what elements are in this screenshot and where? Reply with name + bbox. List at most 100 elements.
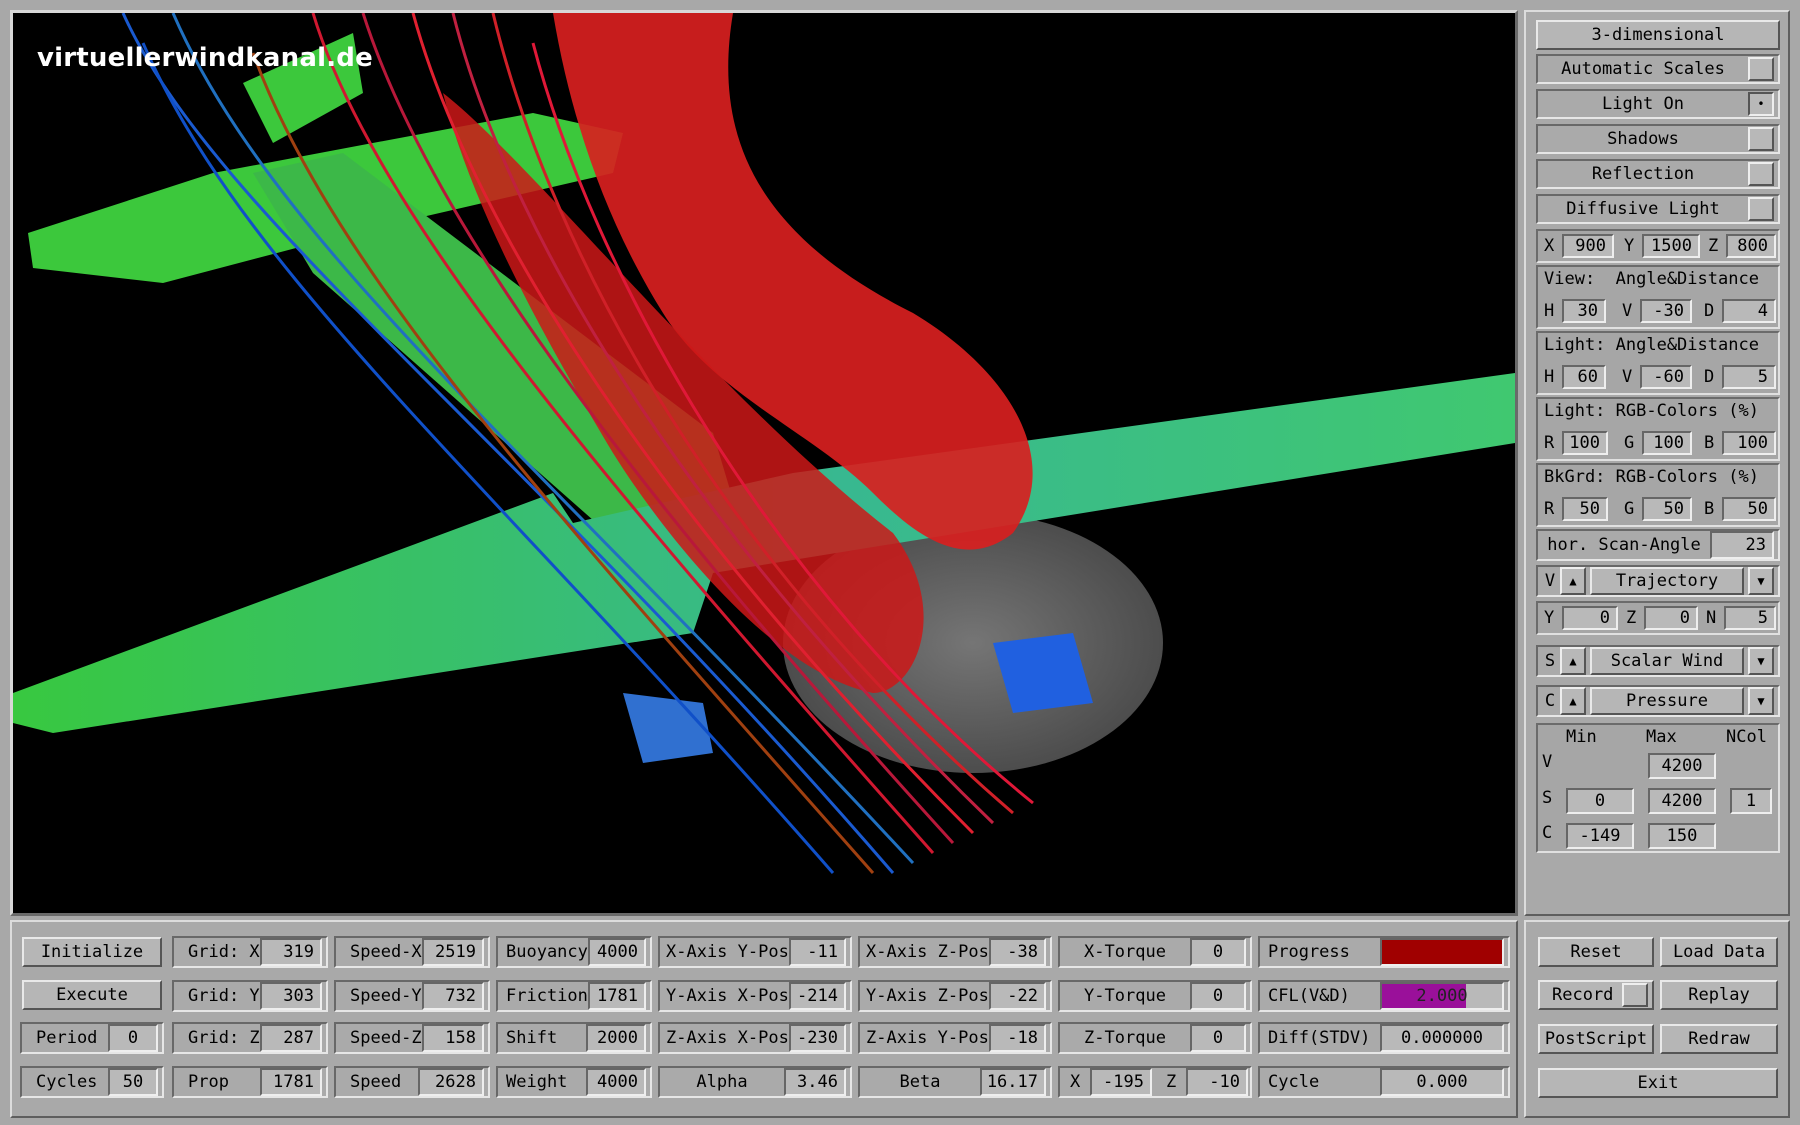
friction-field[interactable]: 1781: [587, 982, 646, 1010]
speed-field[interactable]: 2628: [418, 1068, 484, 1096]
y-axis-x-pos-field[interactable]: -214: [788, 982, 846, 1010]
toggle-shadows[interactable]: Shadows: [1536, 124, 1780, 154]
z-axis-y-pos-field[interactable]: -18: [988, 1024, 1046, 1052]
light-r-field[interactable]: 100: [1562, 431, 1608, 455]
automatic-scales-checkbox[interactable]: [1748, 57, 1774, 81]
x-axis-y-pos-field[interactable]: -11: [788, 938, 846, 966]
c-min-field[interactable]: -149: [1566, 823, 1634, 849]
buoyancy-field[interactable]: 4000: [587, 938, 646, 966]
speed-x-field[interactable]: 2519: [421, 938, 484, 966]
x-torque-field[interactable]: 0: [1190, 938, 1246, 966]
light-v-field[interactable]: -60: [1640, 365, 1692, 389]
s-min-field[interactable]: 0: [1566, 788, 1634, 814]
arrow-up-icon[interactable]: ▲: [1560, 687, 1586, 715]
vector-select[interactable]: Trajectory: [1590, 567, 1744, 595]
progress-bar: [1380, 938, 1504, 966]
cycles-field[interactable]: 50: [108, 1068, 158, 1096]
record-label: Record: [1552, 985, 1614, 1005]
redraw-button[interactable]: Redraw: [1660, 1024, 1778, 1054]
grid-y-field[interactable]: 303: [260, 982, 322, 1010]
reflection-checkbox[interactable]: [1748, 162, 1774, 186]
bkgrd-g-field[interactable]: 50: [1642, 497, 1692, 521]
mode-3d-button[interactable]: 3-dimensional: [1536, 20, 1780, 50]
diffusive-light-checkbox[interactable]: [1748, 197, 1774, 221]
speed-y-label: Speed-Y: [350, 986, 422, 1006]
z-field[interactable]: -10: [1186, 1068, 1248, 1096]
period-field[interactable]: 0: [108, 1024, 158, 1052]
scalar-select[interactable]: Scalar Wind: [1590, 647, 1744, 675]
cycles-row: Cycles 50: [20, 1066, 164, 1098]
speed-y-field[interactable]: 732: [421, 982, 484, 1010]
record-button[interactable]: Record: [1538, 980, 1654, 1010]
view-d-field[interactable]: 4: [1722, 299, 1776, 323]
alpha-field[interactable]: 3.46: [784, 1068, 846, 1096]
c-letter: C: [1544, 691, 1556, 711]
s-ncol-field[interactable]: 1: [1730, 788, 1772, 814]
x-field[interactable]: -195: [1090, 1068, 1152, 1096]
z-axis-x-pos-field[interactable]: -230: [788, 1024, 846, 1052]
beta-field[interactable]: 16.17: [980, 1068, 1046, 1096]
progress-fill: [1382, 940, 1502, 964]
yzn-z-field[interactable]: 0: [1644, 606, 1698, 630]
arrow-down-icon[interactable]: ▼: [1748, 567, 1774, 595]
yzn-n-field[interactable]: 5: [1724, 606, 1776, 630]
reset-button[interactable]: Reset: [1538, 937, 1654, 967]
replay-button[interactable]: Replay: [1660, 980, 1778, 1010]
toggle-automatic-scales[interactable]: Automatic Scales: [1536, 54, 1780, 84]
y-axis-z-pos-field[interactable]: -22: [988, 982, 1046, 1010]
color-select[interactable]: Pressure: [1590, 687, 1744, 715]
y-torque-label: Y-Torque: [1084, 986, 1166, 1006]
arrow-up-icon[interactable]: ▲: [1560, 647, 1586, 675]
weight-label: Weight: [506, 1072, 568, 1092]
execute-button[interactable]: Execute: [22, 980, 162, 1010]
initialize-button[interactable]: Initialize: [22, 937, 162, 967]
toggle-diffusive-light[interactable]: Diffusive Light: [1536, 194, 1780, 224]
beta-row: Beta 16.17: [858, 1066, 1052, 1098]
prop-label: Prop: [188, 1072, 229, 1092]
toggle-light-on[interactable]: Light On •: [1536, 89, 1780, 119]
x-axis-z-pos-label: X-Axis Z-Pos: [866, 942, 989, 962]
v-max-field[interactable]: 4200: [1648, 753, 1716, 779]
toggle-reflection[interactable]: Reflection: [1536, 159, 1780, 189]
buoyancy-row: Buoyancy 4000: [496, 936, 652, 968]
view-h-field[interactable]: 30: [1562, 299, 1606, 323]
grid-x-field[interactable]: 319: [260, 938, 322, 966]
arrow-up-icon[interactable]: ▲: [1560, 567, 1586, 595]
bkgrd-r-field[interactable]: 50: [1562, 497, 1608, 521]
light-g-field[interactable]: 100: [1642, 431, 1692, 455]
weight-field[interactable]: 4000: [586, 1068, 646, 1096]
x-axis-y-pos-row: X-Axis Y-Pos -11: [658, 936, 852, 968]
y-torque-field[interactable]: 0: [1190, 982, 1246, 1010]
light-title: Light: Angle&Distance: [1544, 335, 1759, 355]
arrow-down-icon[interactable]: ▼: [1748, 687, 1774, 715]
x-torque-label: X-Torque: [1084, 942, 1166, 962]
bkgrd-b-field[interactable]: 50: [1722, 497, 1776, 521]
light-h-field[interactable]: 60: [1562, 365, 1606, 389]
light-d-field[interactable]: 5: [1722, 365, 1776, 389]
load-data-button[interactable]: Load Data: [1660, 937, 1778, 967]
grid-z-field[interactable]: 287: [260, 1024, 322, 1052]
exit-button[interactable]: Exit: [1538, 1068, 1778, 1098]
pos-z-field[interactable]: 800: [1726, 234, 1776, 258]
speed-z-field[interactable]: 158: [421, 1024, 484, 1052]
pos-y-field[interactable]: 1500: [1642, 234, 1700, 258]
shift-field[interactable]: 2000: [586, 1024, 646, 1052]
light-b-field[interactable]: 100: [1722, 431, 1776, 455]
yzn-y-field[interactable]: 0: [1562, 606, 1618, 630]
scan-angle-field[interactable]: 23: [1710, 531, 1774, 559]
prop-field[interactable]: 1781: [260, 1068, 322, 1096]
shadows-checkbox[interactable]: [1748, 127, 1774, 151]
view-v-field[interactable]: -30: [1640, 299, 1692, 323]
render-viewport[interactable]: virtuellerwindkanal.de: [10, 10, 1518, 916]
cycle-field: 0.000: [1380, 1068, 1504, 1096]
light-on-checkbox[interactable]: •: [1748, 92, 1774, 116]
cfl-field: 2.000: [1380, 982, 1504, 1010]
z-torque-field[interactable]: 0: [1190, 1024, 1246, 1052]
postscript-button[interactable]: PostScript: [1538, 1024, 1654, 1054]
c-max-field[interactable]: 150: [1648, 823, 1716, 849]
arrow-down-icon[interactable]: ▼: [1748, 647, 1774, 675]
x-axis-z-pos-field[interactable]: -38: [988, 938, 1046, 966]
s-max-field[interactable]: 4200: [1648, 788, 1716, 814]
pos-x-field[interactable]: 900: [1562, 234, 1614, 258]
record-checkbox[interactable]: [1622, 983, 1648, 1007]
